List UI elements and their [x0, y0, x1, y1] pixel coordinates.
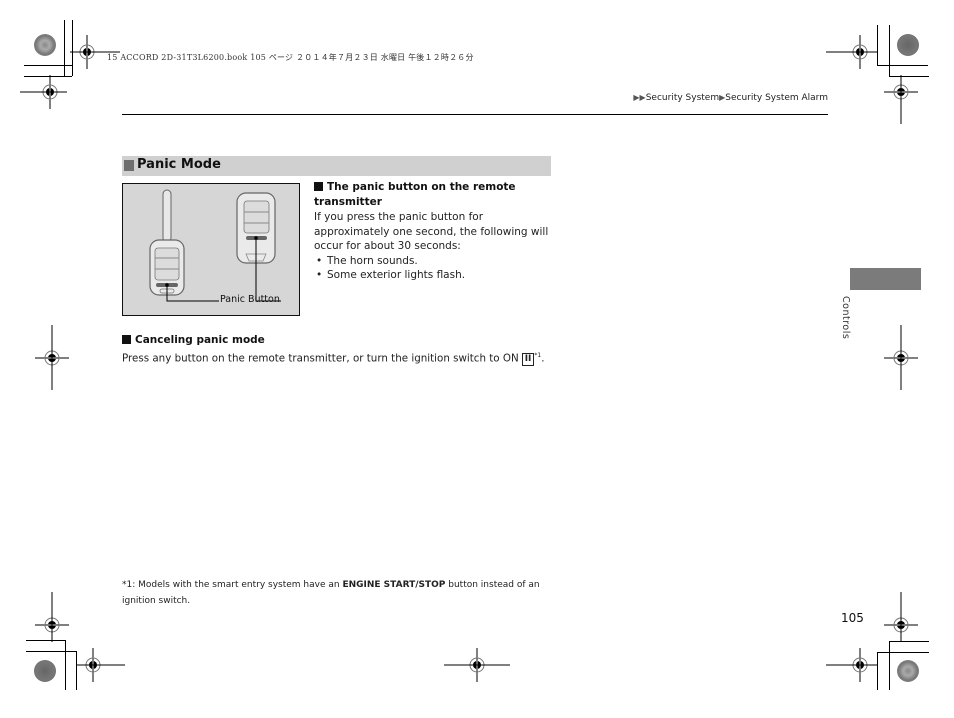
footnote-bold: ENGINE START/STOP	[342, 580, 446, 590]
bullet-item: • The horn sounds.	[316, 254, 418, 267]
bullet-icon: •	[316, 254, 323, 267]
ignition-position-box: II	[521, 353, 535, 367]
smart-fob-buttons	[243, 200, 270, 234]
section-title: Panic Mode	[137, 157, 221, 172]
section-square-icon	[124, 160, 134, 171]
panic-button-callout: Panic Button	[220, 294, 280, 305]
black-square-icon	[122, 335, 131, 344]
section-header: Panic Mode	[122, 156, 551, 176]
print-header: 15 ACCORD 2D-31T3L6200.book 105 ページ ２０１４…	[107, 53, 474, 62]
black-square-icon	[314, 182, 323, 191]
side-tab-marker	[850, 268, 921, 290]
breadcrumb-item[interactable]: Security System	[646, 93, 719, 103]
subsection-heading: Canceling panic mode	[122, 333, 562, 348]
key-blade	[162, 189, 172, 243]
canceling-section: Canceling panic mode Press any button on…	[122, 333, 562, 367]
breadcrumb: ▶▶Security System▶Security System Alarm	[633, 93, 828, 103]
header-rule	[122, 114, 828, 115]
remote-transmitter-figure: Panic Button	[122, 183, 300, 316]
breadcrumb-item[interactable]: Security System Alarm	[725, 93, 828, 103]
page-number: 105	[841, 611, 864, 625]
key-fob-buttons	[154, 247, 180, 281]
canceling-body: Press any button on the remote transmitt…	[122, 352, 545, 367]
bullet-icon: •	[316, 269, 323, 281]
right-triangle-icon: ▶▶	[633, 93, 646, 102]
subsection-heading: The panic button on the remote transmitt…	[314, 181, 516, 208]
panic-button-info: The panic button on the remote transmitt…	[314, 180, 554, 283]
side-tab-label[interactable]: Controls	[840, 296, 851, 339]
bullet-item: • Some exterior lights flash.	[316, 269, 466, 281]
info-body: If you press the panic button for approx…	[314, 211, 549, 252]
footnote: *1: Models with the smart entry system h…	[122, 580, 540, 606]
